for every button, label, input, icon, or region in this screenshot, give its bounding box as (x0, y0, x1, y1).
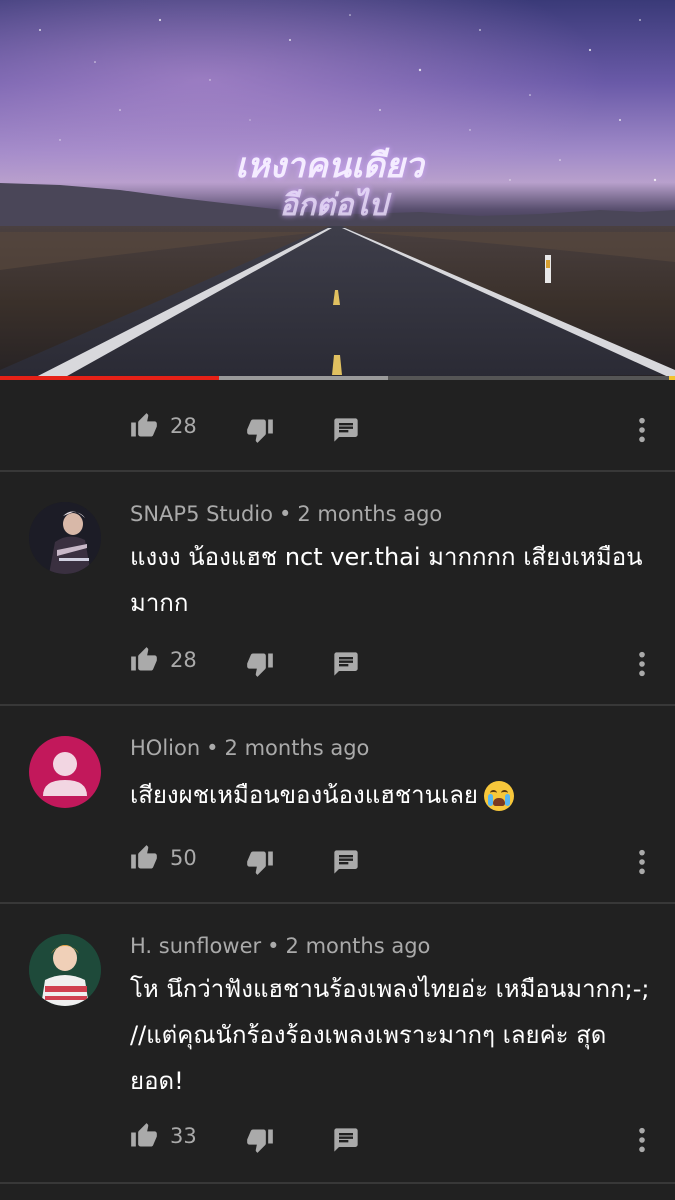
like-count: 28 (170, 648, 197, 672)
comment-time: 2 months ago (297, 502, 443, 526)
more-vertical-icon[interactable] (636, 650, 648, 678)
thumb-down-icon[interactable] (246, 650, 274, 678)
divider (0, 1182, 675, 1184)
comment-author[interactable]: SNAP5 Studio (130, 502, 273, 526)
comment-actions: 50 (0, 840, 675, 880)
reply-comment-icon[interactable] (332, 848, 360, 876)
thumb-down-icon[interactable] (246, 1126, 274, 1154)
comment-meta: SNAP5 Studio • 2 months ago (130, 502, 442, 526)
thumb-up-icon[interactable] (130, 1122, 158, 1150)
reply-comment-icon[interactable] (332, 1126, 360, 1154)
like-count: 28 (170, 414, 197, 438)
reply-comment-icon[interactable] (332, 416, 360, 444)
meta-separator: • (206, 736, 219, 760)
loudly-crying-face-icon (484, 781, 514, 811)
user-photo-avatar (29, 502, 101, 574)
comment-time: 2 months ago (224, 736, 370, 760)
thumb-up-icon[interactable] (130, 844, 158, 872)
comment-text-container: เสียงผชเหมือนของน้องแฮชานเลย (130, 772, 650, 818)
comment-actions: 33 (0, 1118, 675, 1158)
video-player[interactable]: เหงาคนเดียว อีกต่อไป (0, 0, 675, 380)
comment-text: โห นึกว่าฟังแฮชานร้องเพลงไทยอ่ะ เหมือนมา… (130, 975, 650, 1095)
avatar[interactable] (29, 934, 101, 1006)
more-vertical-icon[interactable] (636, 1126, 648, 1154)
comment-author[interactable]: HOlion (130, 736, 200, 760)
like-count: 50 (170, 846, 197, 870)
thumb-up-icon[interactable] (130, 412, 158, 440)
comment-meta: HOlion • 2 months ago (130, 736, 369, 760)
comment-meta: H. sunflower • 2 months ago (130, 934, 430, 958)
more-vertical-icon[interactable] (636, 848, 648, 876)
comment-text: แงงง น้องแฮช nct ver.thai มากกกก เสียงเห… (130, 543, 643, 617)
video-overlay-subtitle: อีกต่อไป (279, 188, 388, 223)
like-count: 33 (170, 1124, 197, 1148)
thumb-down-icon[interactable] (246, 848, 274, 876)
progress-end-marker (669, 376, 675, 380)
divider (0, 704, 675, 706)
comment-time: 2 months ago (285, 934, 431, 958)
video-progress-bar[interactable] (0, 376, 675, 380)
thumb-up-icon[interactable] (130, 646, 158, 674)
more-vertical-icon[interactable] (636, 416, 648, 444)
divider (0, 902, 675, 904)
default-person-icon (43, 752, 87, 796)
comment-author[interactable]: H. sunflower (130, 934, 261, 958)
comment-actions: 28 (0, 642, 675, 682)
thumb-down-icon[interactable] (246, 416, 274, 444)
meta-separator: • (279, 502, 292, 526)
avatar[interactable] (29, 502, 101, 574)
avatar[interactable] (29, 736, 101, 808)
user-photo-avatar (29, 934, 101, 1006)
divider (0, 470, 675, 472)
comment-actions: 28 (0, 408, 675, 448)
comment-text: เสียงผชเหมือนของน้องแฮชานเลย (130, 781, 478, 809)
reply-comment-icon[interactable] (332, 650, 360, 678)
meta-separator: • (267, 934, 280, 958)
progress-played (0, 376, 220, 380)
